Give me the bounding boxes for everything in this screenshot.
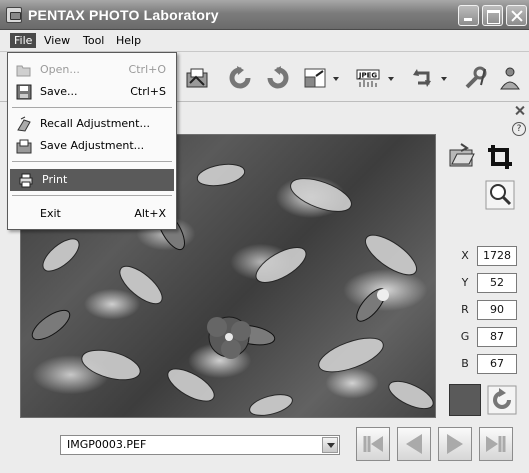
menu-bar: File View Tool Help <box>0 30 529 52</box>
b-value: 67 <box>477 354 517 374</box>
menu-file[interactable]: File <box>10 33 37 48</box>
next-icon <box>447 434 463 454</box>
y-label: Y <box>461 276 469 289</box>
wrench-icon <box>465 66 487 89</box>
zoom-button[interactable] <box>485 180 515 210</box>
convert-icon <box>413 69 431 87</box>
save-adjustment-toolbar-button[interactable] <box>184 65 210 91</box>
b-label: B <box>461 357 469 370</box>
rotate-right-icon <box>267 66 289 89</box>
convert-dropdown-arrow[interactable] <box>441 77 447 81</box>
x-label: X <box>461 249 469 262</box>
open-folder-icon <box>16 62 32 78</box>
file-selector-value: IMGP0003.PEF <box>67 438 147 451</box>
file-menu-dropdown: Open... Ctrl+O Save... Ctrl+S Recall Adj… <box>7 52 177 230</box>
menu-item-save-adjustment[interactable]: Save Adjustment... <box>8 135 176 157</box>
r-label: R <box>461 303 469 316</box>
folder-open-icon <box>449 143 475 167</box>
svg-text:JPEG: JPEG <box>358 72 378 80</box>
maximize-button[interactable] <box>482 5 503 26</box>
color-swatch <box>449 384 481 416</box>
tools-button[interactable] <box>463 65 489 91</box>
menu-item-print[interactable]: Print <box>10 169 174 191</box>
minimize-button[interactable] <box>458 5 479 26</box>
magnifier-icon <box>485 180 515 210</box>
save-adjustment-icon <box>16 138 32 154</box>
menu-item-exit[interactable]: Exit Alt+X <box>8 203 176 225</box>
last-image-button[interactable] <box>479 427 513 461</box>
refresh-icon <box>487 385 517 415</box>
open-image-button[interactable] <box>447 142 477 172</box>
help-icon[interactable]: ? <box>512 122 526 136</box>
next-image-button[interactable] <box>438 427 472 461</box>
jpeg-format-icon: JPEG <box>356 69 380 87</box>
app-icon[interactable] <box>6 7 22 23</box>
file-selector[interactable]: IMGP0003.PEF <box>60 435 340 455</box>
panel-close-icon[interactable] <box>515 106 524 115</box>
crop-icon <box>488 145 512 169</box>
skip-first-icon <box>363 436 383 452</box>
jpeg-format-button[interactable]: JPEG <box>355 65 381 91</box>
resize-button[interactable] <box>302 65 328 91</box>
close-button[interactable] <box>506 5 527 26</box>
resize-dropdown-arrow[interactable] <box>333 77 339 81</box>
previous-icon <box>406 434 422 454</box>
chevron-down-icon[interactable] <box>322 437 338 453</box>
window-title: PENTAX PHOTO Laboratory <box>28 7 219 23</box>
menu-view[interactable]: View <box>40 33 74 48</box>
flower <box>207 316 251 359</box>
title-bar: PENTAX PHOTO Laboratory <box>0 0 529 30</box>
save-adjustment-icon <box>186 68 208 88</box>
x-value: 1728 <box>477 246 517 266</box>
menu-tool[interactable]: Tool <box>79 33 108 48</box>
skip-last-icon <box>486 436 506 452</box>
reset-button[interactable] <box>487 385 517 415</box>
menu-help[interactable]: Help <box>112 33 145 48</box>
first-image-button[interactable] <box>356 427 390 461</box>
person-icon <box>500 67 520 90</box>
rotate-right-button[interactable] <box>264 65 290 91</box>
user-button[interactable] <box>497 65 523 91</box>
rotate-left-icon <box>229 66 251 89</box>
g-value: 87 <box>477 327 517 347</box>
crop-button[interactable] <box>485 142 515 172</box>
g-label: G <box>460 330 470 343</box>
floppy-disk-icon <box>16 84 32 100</box>
menu-separator <box>12 195 172 196</box>
previous-image-button[interactable] <box>397 427 431 461</box>
recall-adjustment-icon <box>16 116 32 132</box>
y-value: 52 <box>477 273 517 293</box>
r-value: 90 <box>477 300 517 320</box>
rotate-left-button[interactable] <box>228 65 254 91</box>
convert-button[interactable] <box>410 65 436 91</box>
menu-separator <box>12 107 172 108</box>
printer-icon <box>18 172 34 188</box>
menu-item-open[interactable]: Open... Ctrl+O <box>8 59 176 81</box>
resize-icon <box>304 68 326 88</box>
menu-separator <box>12 161 172 162</box>
jpeg-dropdown-arrow[interactable] <box>388 77 394 81</box>
menu-item-recall-adjustment[interactable]: Recall Adjustment... <box>8 113 176 135</box>
menu-item-save[interactable]: Save... Ctrl+S <box>8 81 176 103</box>
